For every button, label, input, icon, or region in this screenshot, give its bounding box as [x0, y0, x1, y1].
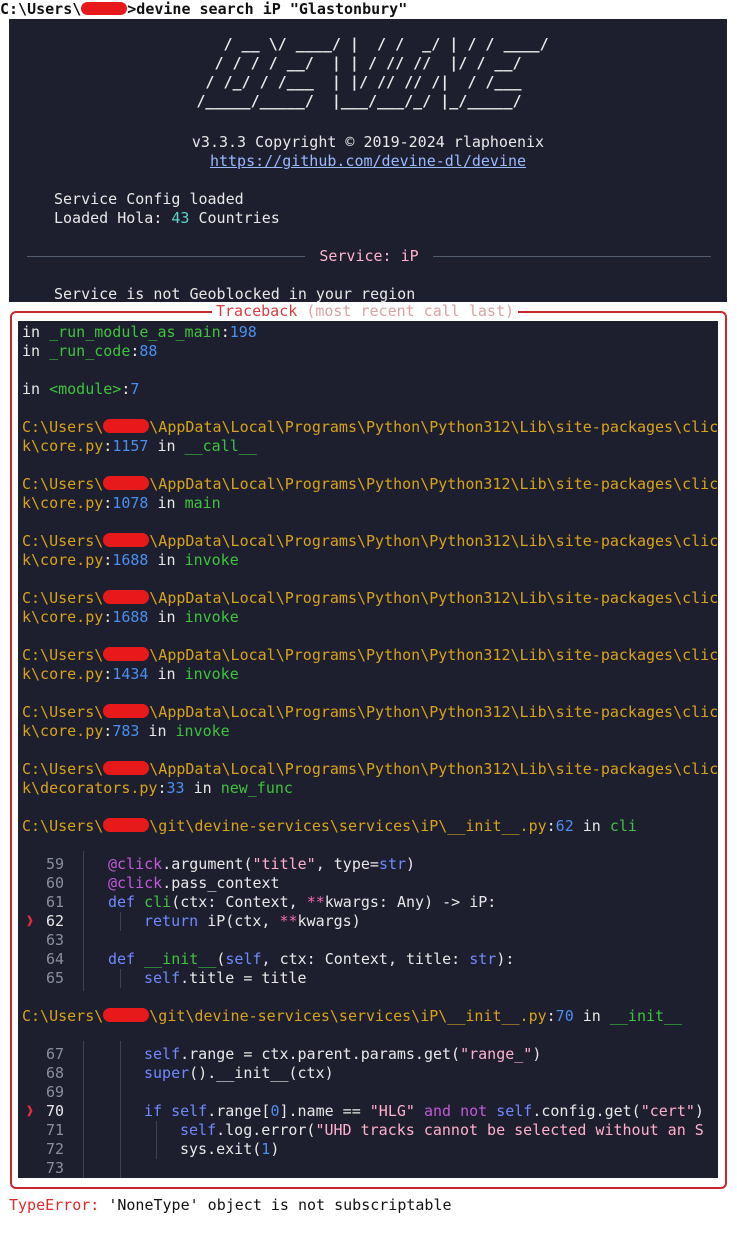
ascii-logo: / __ \/ ____/ | / / _/ | / / ____/ / / /… — [196, 35, 549, 110]
indent-guide — [156, 1121, 157, 1159]
redaction-mark — [103, 647, 150, 661]
frame-location: k\core.py:1078 in main — [22, 494, 221, 512]
redaction-mark — [103, 1008, 150, 1022]
code-line: super().__init__(ctx) — [144, 1064, 334, 1082]
config-loaded-line: Service Config loaded — [54, 190, 244, 208]
frame-location: k\core.py:1688 in invoke — [22, 608, 239, 626]
repo-link-row: https://github.com/devine-dl/devine — [9, 152, 727, 171]
code-line: self.range = ctx.parent.params.get("rang… — [144, 1045, 542, 1063]
redaction-mark — [103, 476, 150, 490]
code-line: def __init__(self, ctx: Context, title: … — [108, 950, 515, 968]
traceback-title: Traceback (most recent call last) — [212, 302, 519, 321]
line-number: 65 — [45, 969, 64, 987]
frame-git-cli: C:\Users\ \git\devine-services\services\i… — [22, 817, 637, 835]
redaction-mark — [103, 590, 150, 604]
line-number: 60 — [45, 874, 64, 892]
redaction-mark — [103, 419, 150, 433]
code-line: self.title = title — [144, 969, 307, 987]
line-number: 72 — [45, 1140, 64, 1158]
frame-path: C:\Users\ \AppData\Local\Programs\Python\… — [22, 646, 718, 664]
code-line: return iP(ctx, **kwargs) — [144, 912, 361, 930]
command-line: C:\Users\ >devine search iP "Glastonbury" — [0, 0, 737, 19]
frame-path: C:\Users\ \AppData\Local\Programs\Python\… — [22, 418, 718, 436]
line-number: 61 — [45, 893, 64, 911]
hola-line: Loaded Hola: 43 Countries — [54, 209, 280, 227]
code-line: if self.range[0].name == "HLG" and not s… — [144, 1102, 704, 1120]
indent-guide — [120, 969, 121, 988]
code-line: @click.argument("title", type=str) — [108, 855, 416, 873]
hola-count: 43 — [171, 209, 190, 227]
frame-location: k\core.py:783 in invoke — [22, 722, 230, 740]
service-rule: Service: iP — [27, 247, 711, 266]
frame-path: C:\Users\ \AppData\Local\Programs\Python\… — [22, 475, 718, 493]
frame-location: k\core.py:1434 in invoke — [22, 665, 239, 683]
line-number: 67 — [45, 1045, 64, 1063]
frame-location: k\core.py:1157 in __call__ — [22, 437, 257, 455]
redaction-mark — [103, 704, 150, 718]
indent-guide — [83, 851, 84, 991]
line-number: 63 — [45, 931, 64, 949]
frame-path: C:\Users\ \AppData\Local\Programs\Python\… — [22, 703, 718, 721]
frame-run-module: in _run_module_as_main:198 — [22, 323, 257, 341]
redaction-mark — [81, 1, 128, 15]
frame-path: C:\Users\ \AppData\Local\Programs\Python\… — [22, 532, 718, 550]
code-line: self.log.error("UHD tracks cannot be sel… — [180, 1121, 704, 1139]
code-line: def cli(ctx: Context, **kwargs: Any) -> … — [108, 893, 497, 911]
repo-link[interactable]: https://github.com/devine-dl/devine — [210, 152, 526, 170]
redaction-mark — [103, 818, 150, 832]
line-number: 68 — [45, 1064, 64, 1082]
devine-header-panel: / __ \/ ____/ | / / _/ | / / ____/ / / /… — [9, 19, 727, 303]
frame-module: in <module>:7 — [22, 380, 140, 398]
frame-location: k\core.py:1688 in invoke — [22, 551, 239, 569]
frame-git-init: C:\Users\ \git\devine-services\services\i… — [22, 1007, 683, 1025]
line-number: 59 — [45, 855, 64, 873]
frame-location: k\decorators.py:33 in new_func — [22, 779, 293, 797]
redaction-mark — [103, 761, 150, 775]
error-message: TypeError: 'NoneType' object is not subs… — [9, 1196, 452, 1214]
line-number: 71 — [45, 1121, 64, 1139]
frame-run-code: in _run_code:88 — [22, 342, 158, 360]
line-number: 70 — [45, 1102, 64, 1120]
line-number: 73 — [45, 1159, 64, 1177]
error-type: TypeError: — [9, 1196, 100, 1214]
line-number: 62 — [45, 912, 64, 930]
code-line: sys.exit(1) — [180, 1140, 280, 1158]
redaction-mark — [103, 533, 150, 547]
code-line: @click.pass_context — [108, 874, 280, 892]
frame-path: C:\Users\ \AppData\Local\Programs\Python\… — [22, 589, 718, 607]
traceback-body: in _run_module_as_main:198 in _run_code:… — [18, 321, 718, 1178]
service-label: Service: iP — [319, 247, 419, 265]
indent-guide — [120, 912, 121, 931]
indent-guide — [83, 1041, 84, 1178]
line-number: 69 — [45, 1083, 64, 1101]
frame-path: C:\Users\ \AppData\Local\Programs\Python\… — [22, 760, 718, 778]
line-number: 64 — [45, 950, 64, 968]
version-line: v3.3.3 Copyright © 2019-2024 rlaphoenix — [191, 133, 545, 151]
indent-guide — [120, 1041, 121, 1178]
traceback-panel: Traceback (most recent call last) in _ru… — [10, 302, 727, 1189]
